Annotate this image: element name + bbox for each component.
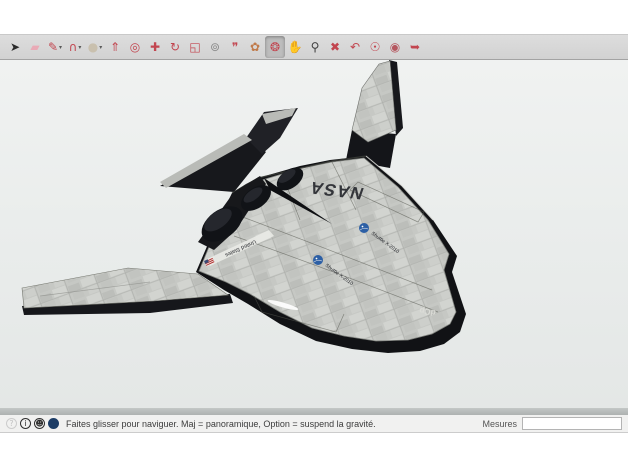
status-bar: ?i☻ Faites glisser pour naviguer. Maj = … [0, 415, 628, 433]
nasa-meatball-upper [359, 223, 369, 233]
paint-bucket-tool[interactable]: ✿ [245, 36, 265, 58]
position-camera-tool[interactable]: ☉ [365, 36, 385, 58]
model-tail-fin[interactable] [346, 60, 403, 168]
shapes-tool-menu-caret[interactable]: ▾ [99, 44, 102, 51]
credits-icon[interactable]: ☻ [34, 418, 45, 429]
status-hint: Faites glisser pour naviguer. Maj = pano… [66, 419, 376, 429]
select-tool[interactable]: ➤ [5, 36, 25, 58]
pan-tool-icon: ✋ [288, 41, 303, 53]
previous-view-tool-icon: ↶ [350, 41, 360, 53]
statusbar-icons: ?i☻ [6, 418, 62, 429]
walk-tool-icon: ➥ [410, 41, 420, 53]
zoom-extents-tool-icon: ✖ [330, 41, 340, 53]
rotate-tool[interactable]: ↻ [165, 36, 185, 58]
orbit-tool[interactable]: ❂ [265, 36, 285, 58]
pan-tool[interactable]: ✋ [285, 36, 305, 58]
nasa-meatball-lower [313, 255, 323, 265]
measurements-label: Mesures [482, 419, 517, 429]
sketchup-window: ➤▰✎▾∩▾●▾⇑◎✚↻◱⊚❞✿❂✋⚲✖↶☉◉➥ [0, 34, 628, 433]
tape-measure-tool[interactable]: ⊚ [205, 36, 225, 58]
push-pull-tool[interactable]: ⇑ [105, 36, 125, 58]
eraser-tool[interactable]: ▰ [25, 36, 45, 58]
previous-view-tool[interactable]: ↶ [345, 36, 365, 58]
position-camera-tool-icon: ☉ [370, 41, 381, 53]
look-around-tool[interactable]: ◉ [385, 36, 405, 58]
zoom-tool-icon: ⚲ [311, 41, 320, 53]
viewport[interactable]: NASA United States Shuttle X-2010 [0, 60, 628, 408]
tape-measure-tool-icon: ⊚ [210, 41, 220, 53]
offset-tool-icon: ◎ [130, 41, 140, 53]
walk-tool[interactable]: ➥ [405, 36, 425, 58]
orbit-tool-icon: ❂ [270, 41, 280, 53]
model-info-icon[interactable] [48, 418, 59, 429]
move-tool[interactable]: ✚ [145, 36, 165, 58]
model-spacecraft: NASA United States Shuttle X-2010 [0, 60, 628, 408]
push-pull-tool-icon: ⇑ [110, 41, 120, 53]
viewport-bottom-strip [0, 408, 628, 415]
text-tool-icon: ❞ [232, 41, 238, 53]
info-icon[interactable]: i [20, 418, 31, 429]
rotate-tool-icon: ↻ [170, 41, 180, 53]
shapes-tool[interactable]: ●▾ [85, 36, 105, 58]
claim-icon[interactable]: ? [6, 418, 17, 429]
arc-tool[interactable]: ∩▾ [65, 36, 85, 58]
move-tool-icon: ✚ [150, 41, 160, 53]
measurements-input[interactable] [522, 417, 622, 430]
toolbar: ➤▰✎▾∩▾●▾⇑◎✚↻◱⊚❞✿❂✋⚲✖↶☉◉➥ [0, 34, 628, 60]
scale-tool[interactable]: ◱ [185, 36, 205, 58]
line-tool-icon: ✎ [48, 41, 58, 53]
arc-tool-menu-caret[interactable]: ▾ [78, 44, 81, 51]
zoom-extents-tool[interactable]: ✖ [325, 36, 345, 58]
eraser-tool-icon: ▰ [30, 41, 39, 53]
paint-bucket-tool-icon: ✿ [250, 41, 260, 53]
toolbar-tools: ➤▰✎▾∩▾●▾⇑◎✚↻◱⊚❞✿❂✋⚲✖↶☉◉➥ [5, 36, 425, 58]
select-tool-icon: ➤ [10, 41, 20, 53]
text-tool[interactable]: ❞ [225, 36, 245, 58]
look-around-tool-icon: ◉ [390, 41, 400, 53]
scale-tool-icon: ◱ [189, 41, 200, 53]
arc-tool-icon: ∩ [69, 41, 78, 53]
offset-tool[interactable]: ◎ [125, 36, 145, 58]
line-tool-menu-caret[interactable]: ▾ [59, 44, 62, 51]
zoom-tool[interactable]: ⚲ [305, 36, 325, 58]
line-tool[interactable]: ✎▾ [45, 36, 65, 58]
shapes-tool-icon: ● [88, 41, 98, 53]
